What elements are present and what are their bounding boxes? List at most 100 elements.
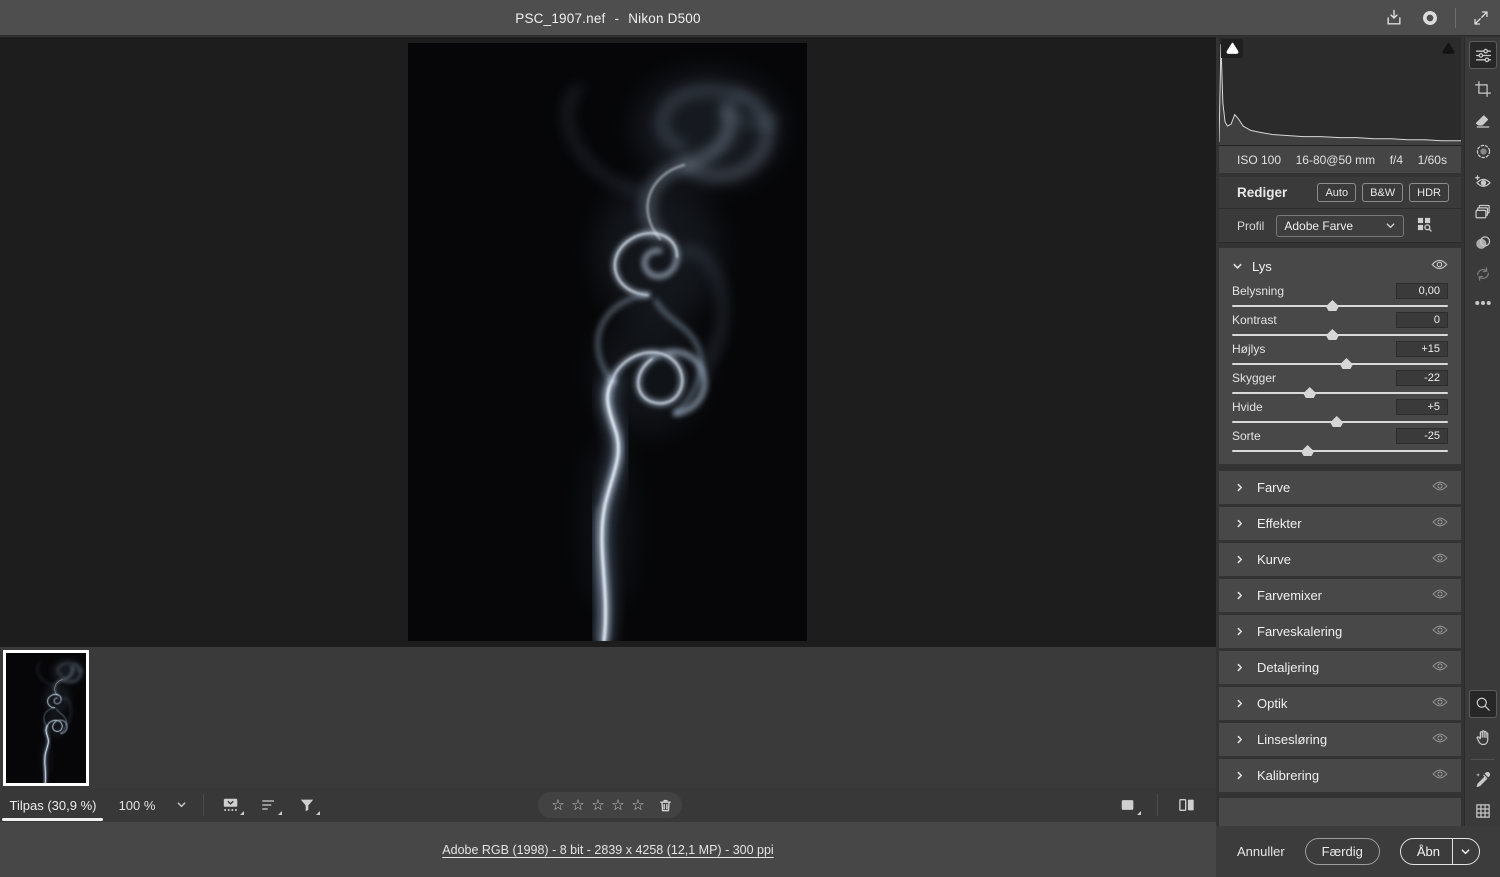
slider-track[interactable] <box>1232 334 1448 336</box>
zoom-fit-tab[interactable]: Tilpas (30,9 %) <box>0 788 106 822</box>
slider-thumb[interactable] <box>1330 416 1343 427</box>
more-options-icon[interactable] <box>1469 289 1497 317</box>
panel-section-header[interactable]: Kurve <box>1219 543 1461 576</box>
chevron-right-icon <box>1235 698 1245 709</box>
profile-dropdown[interactable]: Adobe Farve <box>1276 215 1404 237</box>
section-label: Detaljering <box>1257 660 1432 675</box>
chevron-right-icon <box>1235 626 1245 637</box>
section-visibility-eye-icon[interactable] <box>1432 516 1448 531</box>
star-icon[interactable]: ☆ <box>608 798 628 813</box>
section-visibility-eye-icon[interactable] <box>1432 768 1448 783</box>
panel-section-header[interactable]: Effekter <box>1219 507 1461 540</box>
panel-section-header[interactable]: Detaljering <box>1219 651 1461 684</box>
slider-track[interactable] <box>1232 392 1448 394</box>
single-view-icon[interactable] <box>1115 793 1141 817</box>
profile-browser-icon[interactable] <box>1416 216 1433 235</box>
zoom-100-button[interactable]: 100 % <box>106 798 168 813</box>
section-visibility-eye-icon[interactable] <box>1432 624 1448 639</box>
empty-panel-box <box>1219 798 1461 826</box>
open-button[interactable]: Åbn <box>1400 838 1480 865</box>
panel-section-header[interactable]: Farvemixer <box>1219 579 1461 612</box>
section-visibility-eye-icon[interactable] <box>1432 732 1448 747</box>
slider-value-field[interactable]: 0 <box>1396 312 1448 328</box>
filmstrip-view-icon[interactable] <box>218 793 244 817</box>
photo-smoke[interactable] <box>408 43 807 641</box>
crop-tool-icon[interactable] <box>1469 75 1497 103</box>
panel-section-header[interactable]: Kalibrering <box>1219 759 1461 792</box>
cancel-button[interactable]: Annuller <box>1237 844 1285 859</box>
slider-track[interactable] <box>1232 421 1448 423</box>
exif-info-bar: ISO 100 16-80@50 mm f/4 1/60s <box>1219 146 1461 173</box>
panel-section-header[interactable]: Farveskalering <box>1219 615 1461 648</box>
image-canvas[interactable] <box>0 37 1216 647</box>
white-balance-eyedropper-icon[interactable] <box>1469 765 1497 793</box>
slider-value-field[interactable]: -22 <box>1396 370 1448 386</box>
auto-button[interactable]: Auto <box>1317 183 1356 202</box>
histogram[interactable] <box>1219 37 1461 146</box>
open-options-chevron-icon[interactable] <box>1452 839 1479 864</box>
masking-tool-icon[interactable] <box>1469 137 1497 165</box>
filmstrip-thumbnail-selected[interactable] <box>3 650 89 786</box>
slider-track[interactable] <box>1232 305 1448 307</box>
sort-order-icon[interactable] <box>256 793 282 817</box>
filter-icon[interactable] <box>294 793 320 817</box>
color-sampler-grid-icon[interactable] <box>1469 797 1497 825</box>
slider-track[interactable] <box>1232 363 1448 365</box>
section-label: Farve <box>1257 480 1432 495</box>
panel-section-header[interactable]: Linsesløring <box>1219 723 1461 756</box>
histogram-curve <box>1219 44 1461 142</box>
highlight-clipping-indicator[interactable] <box>1437 39 1459 58</box>
slider-thumb[interactable] <box>1303 387 1316 398</box>
zoom-tool-button[interactable] <box>1469 690 1497 718</box>
section-visibility-eye-icon[interactable] <box>1432 552 1448 567</box>
fullscreen-expand-icon[interactable] <box>1470 7 1492 29</box>
slider-label: Kontrast <box>1232 313 1277 327</box>
slider-value-field[interactable]: 0,00 <box>1396 283 1448 299</box>
heal-remove-tool-icon[interactable] <box>1469 106 1497 134</box>
trash-icon[interactable] <box>658 793 673 817</box>
slider-thumb[interactable] <box>1326 300 1339 311</box>
slider-value-field[interactable]: +15 <box>1396 341 1448 357</box>
save-download-icon[interactable] <box>1383 7 1405 29</box>
edit-tool-button[interactable] <box>1469 41 1497 69</box>
presets-tool-icon[interactable] <box>1469 198 1497 226</box>
slider-thumb[interactable] <box>1301 445 1314 456</box>
slider-track[interactable] <box>1232 450 1448 452</box>
red-eye-tool-icon[interactable] <box>1469 168 1497 196</box>
section-visibility-eye-icon[interactable] <box>1432 588 1448 603</box>
panel-section-header[interactable]: Farve <box>1219 471 1461 504</box>
star-icon[interactable]: ☆ <box>568 798 588 813</box>
slider-value-field[interactable]: -25 <box>1396 428 1448 444</box>
image-info-link[interactable]: Adobe RGB (1998) - 8 bit - 2839 x 4258 (… <box>442 843 773 857</box>
done-button[interactable]: Færdig <box>1305 838 1380 865</box>
profile-label: Profil <box>1237 219 1264 233</box>
star-icon[interactable]: ☆ <box>588 798 608 813</box>
section-visibility-eye-icon[interactable] <box>1432 480 1448 495</box>
before-after-icon[interactable] <box>1174 793 1200 817</box>
slider-value-field[interactable]: +5 <box>1396 399 1448 415</box>
chevron-right-icon <box>1235 590 1245 601</box>
star-rating: ☆ ☆ ☆ ☆ ☆ <box>548 798 648 813</box>
hand-tool-icon[interactable] <box>1469 724 1497 752</box>
slider-thumb[interactable] <box>1340 358 1353 369</box>
exif-item: 16-80@50 mm <box>1296 153 1376 167</box>
shadow-clipping-indicator[interactable] <box>1221 39 1243 58</box>
bw-button[interactable]: B&W <box>1362 183 1403 202</box>
zoom-level-chevron-icon[interactable] <box>176 798 187 813</box>
sync-tool-icon[interactable] <box>1469 260 1497 288</box>
settings-gear-icon[interactable] <box>1419 7 1441 29</box>
star-icon[interactable]: ☆ <box>548 798 568 813</box>
snapshots-tool-icon[interactable] <box>1469 229 1497 257</box>
open-button-label[interactable]: Åbn <box>1401 839 1452 864</box>
light-visibility-eye-icon[interactable] <box>1431 258 1448 274</box>
tool-column <box>1464 37 1500 826</box>
light-section-header[interactable]: Lys <box>1232 255 1448 277</box>
section-visibility-eye-icon[interactable] <box>1432 660 1448 675</box>
section-visibility-eye-icon[interactable] <box>1432 696 1448 711</box>
hdr-button[interactable]: HDR <box>1409 183 1449 202</box>
star-icon[interactable]: ☆ <box>628 798 648 813</box>
slider-thumb[interactable] <box>1326 329 1339 340</box>
panel-section-header[interactable]: Optik <box>1219 687 1461 720</box>
slider-row: Skygger -22 <box>1232 369 1448 398</box>
toolbar-separator <box>1157 794 1158 816</box>
